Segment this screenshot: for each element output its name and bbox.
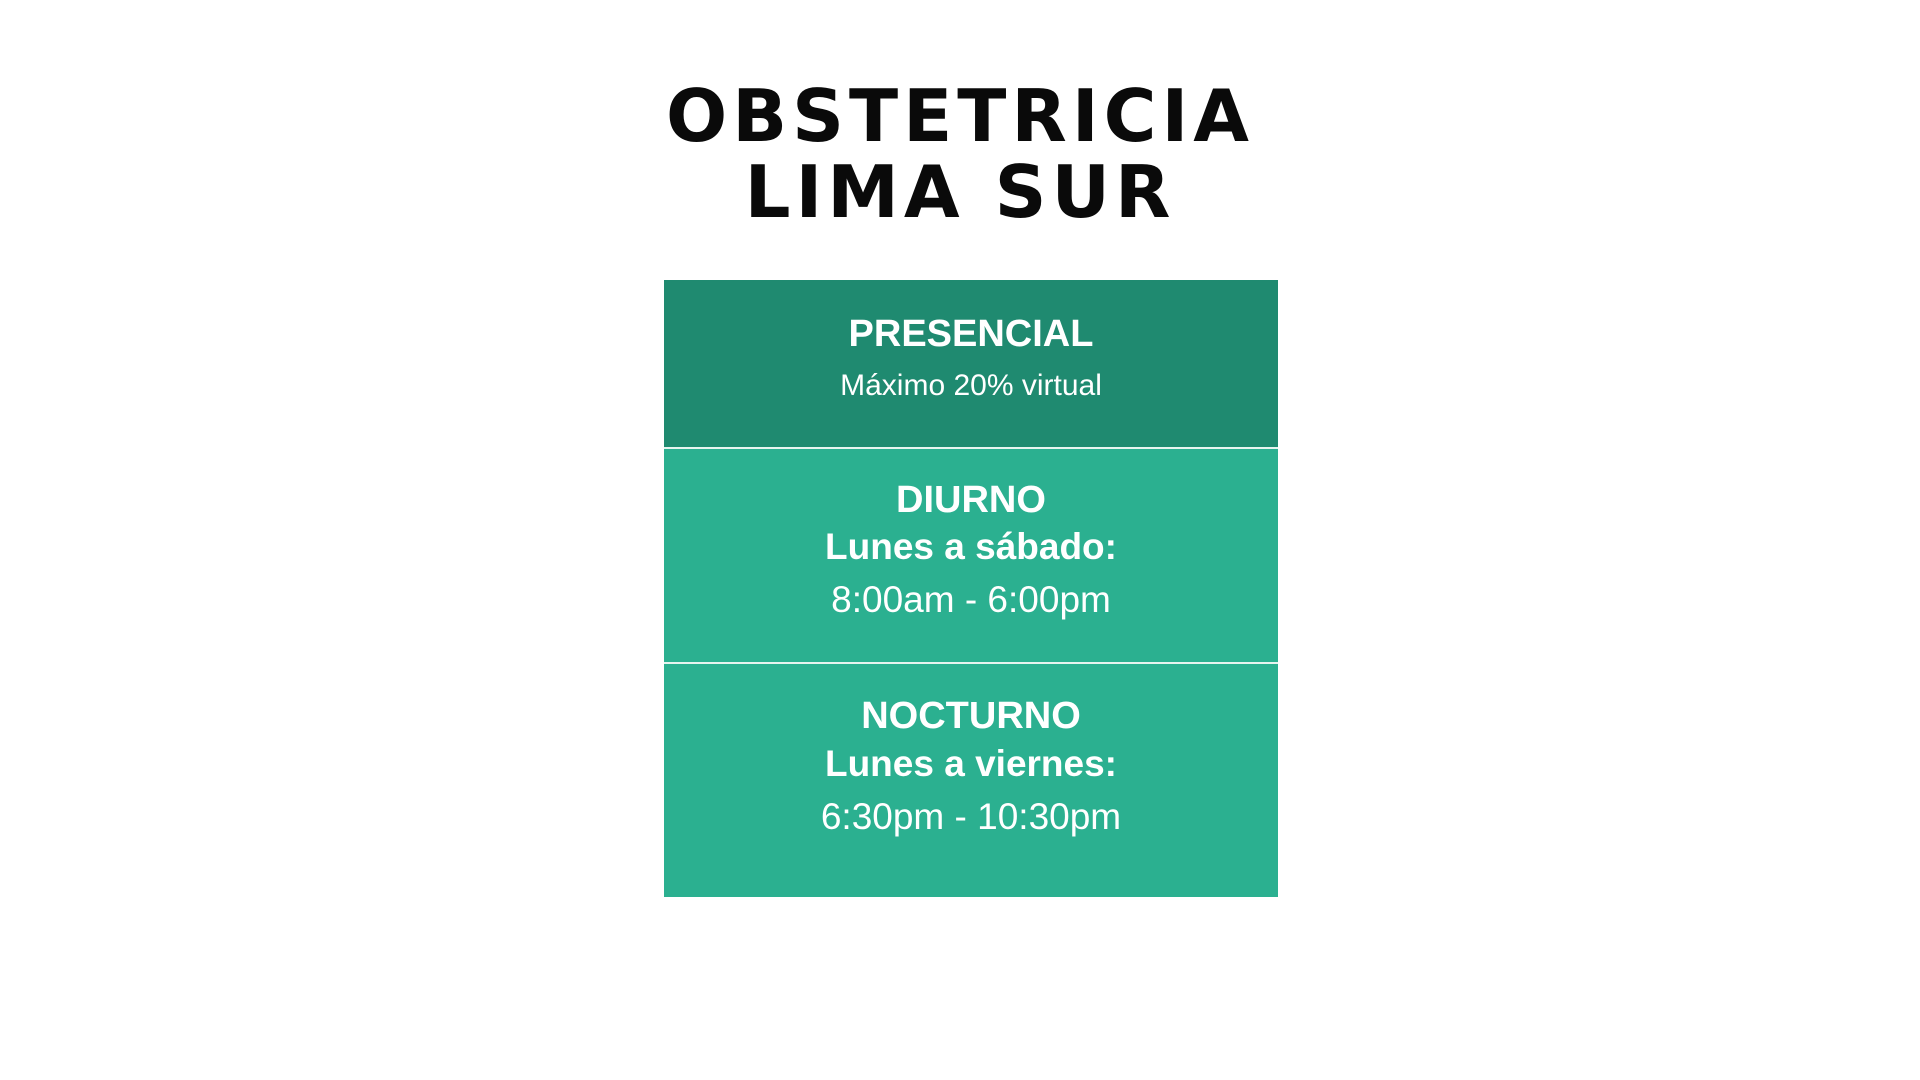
- night-shift-days: Lunes a viernes:: [824, 743, 1117, 784]
- night-shift-heading: NOCTURNO: [861, 695, 1081, 737]
- modality-note: Máximo 20% virtual: [840, 369, 1102, 402]
- title-line-1: OBSTETRICIA: [666, 74, 1254, 158]
- day-shift-days: Lunes a sábado:: [825, 526, 1117, 567]
- day-shift-block: DIURNO Lunes a sábado: 8:00am - 6:00pm: [664, 449, 1278, 662]
- page-title: OBSTETRICIA LIMA SUR: [0, 78, 1920, 230]
- modality-heading: PRESENCIAL: [848, 313, 1094, 355]
- schedule-table: PRESENCIAL Máximo 20% virtual DIURNO Lun…: [664, 280, 1278, 897]
- modality-block: PRESENCIAL Máximo 20% virtual: [664, 280, 1278, 447]
- title-line-2: LIMA SUR: [744, 150, 1176, 234]
- day-shift-heading: DIURNO: [896, 479, 1046, 521]
- night-shift-block: NOCTURNO Lunes a viernes: 6:30pm - 10:30…: [664, 664, 1278, 897]
- day-shift-hours: 8:00am - 6:00pm: [831, 579, 1111, 620]
- night-shift-hours: 6:30pm - 10:30pm: [820, 796, 1122, 837]
